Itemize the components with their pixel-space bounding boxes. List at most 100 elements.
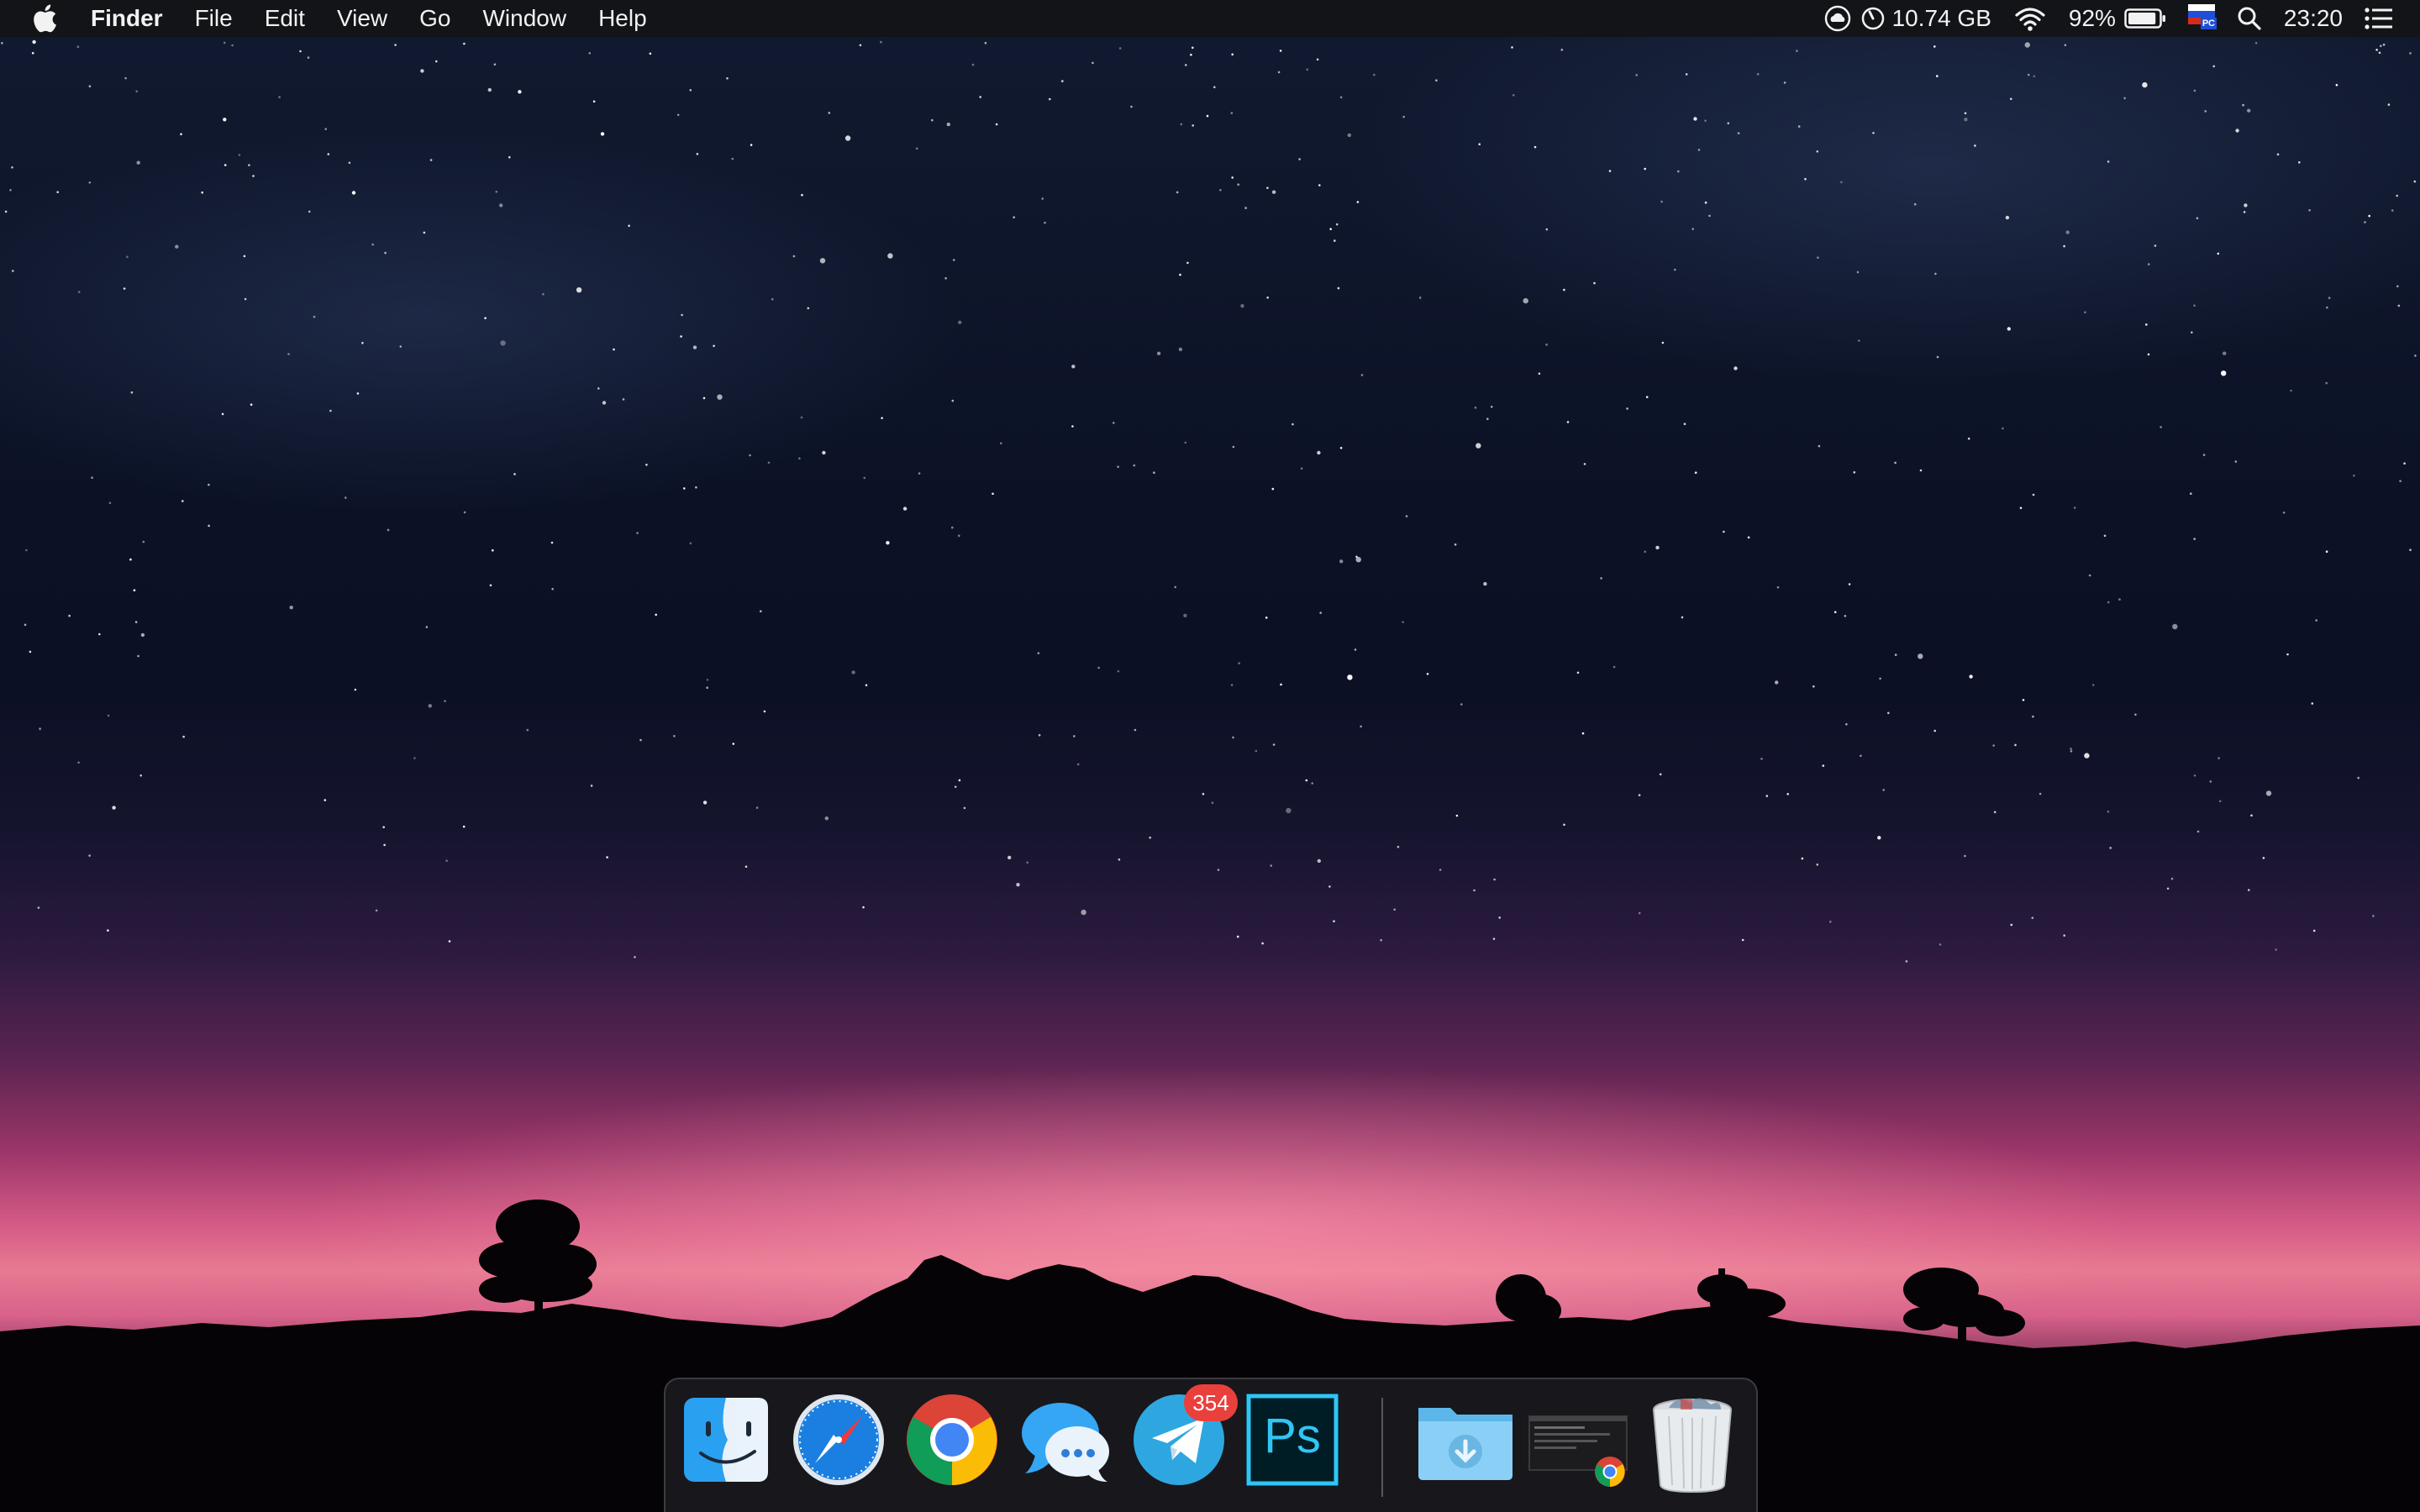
star bbox=[1183, 613, 1187, 617]
dock-photoshop[interactable]: Ps bbox=[1244, 1391, 1341, 1500]
star bbox=[2308, 209, 2311, 212]
disk-free-status[interactable]: 10.74 GB bbox=[1892, 0, 1991, 37]
star bbox=[1644, 167, 1646, 171]
star bbox=[822, 450, 826, 455]
star bbox=[1877, 836, 1881, 840]
star bbox=[208, 483, 210, 486]
star bbox=[931, 118, 934, 122]
star bbox=[445, 859, 448, 862]
star bbox=[420, 69, 424, 73]
star bbox=[2328, 297, 2331, 300]
star bbox=[88, 181, 92, 184]
star bbox=[1176, 191, 1179, 194]
star bbox=[2375, 49, 2378, 51]
star bbox=[1049, 97, 1051, 101]
star bbox=[702, 396, 706, 400]
star bbox=[1801, 857, 1804, 860]
menu-go[interactable]: Go bbox=[419, 0, 450, 37]
star bbox=[2242, 103, 2244, 107]
menu-app-name[interactable]: Finder bbox=[91, 0, 163, 37]
star bbox=[2191, 331, 2193, 334]
star bbox=[550, 541, 554, 544]
star bbox=[2027, 73, 2030, 76]
star bbox=[29, 650, 32, 654]
star bbox=[2380, 45, 2382, 47]
star bbox=[1071, 365, 1076, 369]
wifi-icon[interactable] bbox=[2013, 5, 2047, 32]
apple-menu-icon[interactable] bbox=[32, 3, 62, 34]
star bbox=[1271, 190, 1276, 194]
menu-view[interactable]: View bbox=[337, 0, 387, 37]
dock-finder[interactable] bbox=[677, 1391, 775, 1500]
star bbox=[1328, 885, 1331, 888]
star bbox=[1523, 297, 1528, 304]
star bbox=[1231, 53, 1234, 56]
menu-window[interactable]: Window bbox=[482, 0, 566, 37]
star bbox=[1454, 543, 1457, 546]
star bbox=[1478, 143, 1481, 145]
star bbox=[1492, 937, 1496, 940]
dock-downloads-stack[interactable] bbox=[1413, 1391, 1512, 1500]
star bbox=[1061, 80, 1064, 82]
star bbox=[1037, 652, 1040, 654]
dock-chrome[interactable] bbox=[903, 1391, 1001, 1500]
menu-file[interactable]: File bbox=[195, 0, 233, 37]
star bbox=[2326, 306, 2328, 309]
star bbox=[1232, 736, 1234, 739]
notification-center-icon[interactable] bbox=[2365, 7, 2393, 30]
star bbox=[1645, 396, 1649, 399]
star bbox=[2217, 252, 2220, 255]
spotlight-search-icon[interactable] bbox=[2237, 6, 2262, 31]
battery-icon[interactable] bbox=[2124, 8, 2166, 29]
star bbox=[2193, 89, 2196, 92]
star bbox=[1992, 744, 1995, 747]
disk-usage-icon[interactable] bbox=[1860, 6, 1886, 31]
star bbox=[1016, 883, 1020, 887]
input-source-flag-icon[interactable]: РС bbox=[2187, 4, 2217, 33]
star bbox=[2160, 426, 2162, 428]
star bbox=[444, 700, 446, 702]
star bbox=[2118, 598, 2121, 601]
star bbox=[1638, 911, 1641, 915]
dock: 354 Ps bbox=[664, 1378, 1758, 1512]
star bbox=[649, 52, 652, 55]
star bbox=[382, 826, 386, 828]
star bbox=[645, 464, 648, 466]
star bbox=[1934, 272, 1937, 276]
cloud-status-icon[interactable] bbox=[1823, 4, 1852, 33]
star bbox=[1305, 779, 1308, 782]
star bbox=[1694, 471, 1697, 474]
battery-percent-status[interactable]: 92% bbox=[2069, 0, 2116, 37]
star bbox=[487, 87, 492, 92]
star bbox=[2234, 460, 2238, 463]
dock-screenshot-stack[interactable] bbox=[1526, 1391, 1630, 1500]
star bbox=[2031, 916, 2034, 919]
dock-safari[interactable] bbox=[790, 1391, 887, 1500]
star bbox=[2032, 715, 2034, 718]
star bbox=[1829, 921, 1832, 923]
star bbox=[2217, 757, 2220, 759]
star bbox=[944, 277, 947, 280]
star bbox=[1192, 46, 1194, 50]
star bbox=[702, 801, 708, 805]
star bbox=[1964, 854, 1966, 858]
star bbox=[2032, 493, 2035, 496]
clock-label: 23:20 bbox=[2283, 5, 2343, 31]
star bbox=[495, 191, 498, 193]
star bbox=[2403, 462, 2406, 465]
desktop[interactable]: Finder File Edit View Go Window Help 10.… bbox=[0, 0, 2420, 1512]
star bbox=[1393, 908, 1396, 911]
clock[interactable]: 23:20 bbox=[2284, 0, 2343, 37]
dock-trash[interactable] bbox=[1644, 1391, 1741, 1500]
star bbox=[2212, 65, 2215, 68]
star bbox=[1486, 417, 1489, 421]
menu-help[interactable]: Help bbox=[598, 0, 647, 37]
star bbox=[1236, 935, 1239, 938]
star bbox=[463, 511, 466, 514]
star bbox=[1238, 662, 1240, 664]
star bbox=[992, 492, 994, 496]
star bbox=[1593, 281, 1596, 285]
menu-edit[interactable]: Edit bbox=[265, 0, 305, 37]
dock-messages[interactable] bbox=[1017, 1391, 1114, 1500]
dock-telegram[interactable]: 354 bbox=[1130, 1384, 1238, 1500]
